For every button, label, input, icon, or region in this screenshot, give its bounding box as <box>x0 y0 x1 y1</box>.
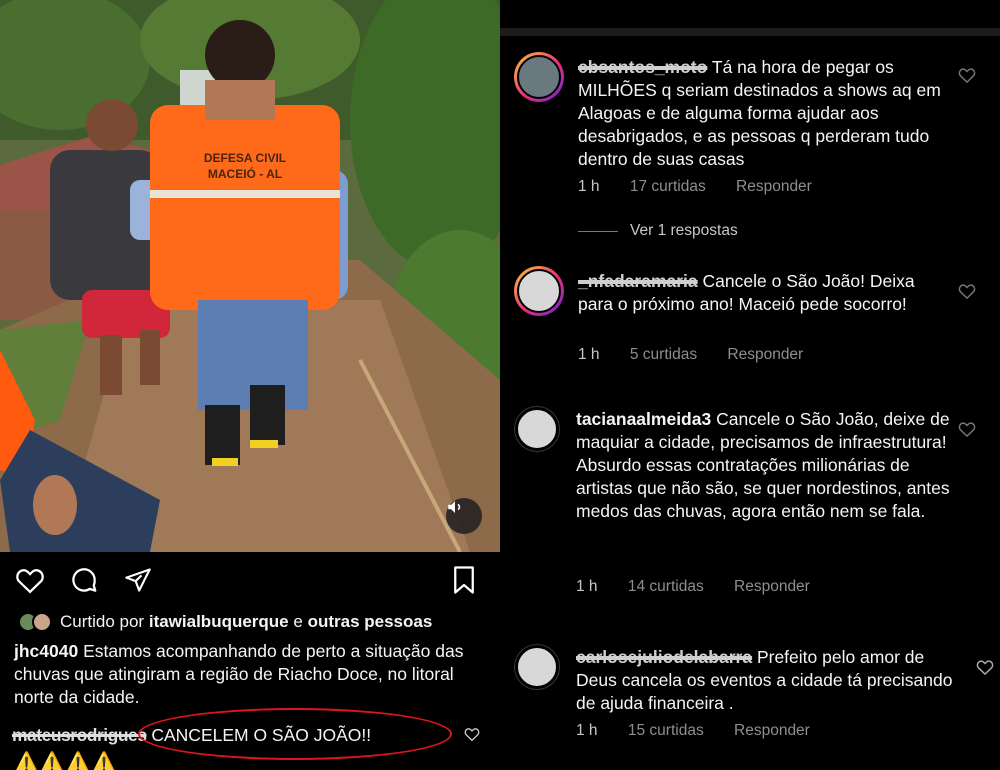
comment-body: cbsantos_moto Tá na hora de pegar os MIL… <box>578 56 948 171</box>
highlight-circle <box>138 708 452 760</box>
avatar-image <box>516 646 558 688</box>
liked-by-prefix: Curtido por <box>60 612 145 631</box>
comment-username[interactable]: _nfadaramaria <box>578 271 698 291</box>
video-frame-illustration: DEFESA CIVIL MACEIÓ - AL <box>0 0 500 552</box>
post-action-bar <box>0 558 500 602</box>
liked-by-user[interactable]: itawialbuquerque <box>149 612 289 632</box>
avatar[interactable] <box>514 266 564 316</box>
comment-username[interactable]: cbsantos_moto <box>578 57 707 77</box>
heart-icon[interactable] <box>976 658 994 676</box>
view-replies-label: Ver 1 respostas <box>630 222 738 239</box>
comment-username[interactable]: carlosejuliodelabarra <box>576 647 752 667</box>
post-panel: DEFESA CIVIL MACEIÓ - AL Curtido por ita… <box>0 0 500 770</box>
mute-button[interactable] <box>446 498 482 534</box>
reply-button[interactable]: Responder <box>736 178 812 196</box>
liked-by-others[interactable]: outras pessoas <box>308 612 433 632</box>
top-divider <box>500 28 1000 36</box>
comment-meta: 1 h 5 curtidas Responder <box>578 346 829 364</box>
comment-time: 1 h <box>578 346 600 363</box>
first-comment-username[interactable]: mateusrodrigues <box>12 725 147 746</box>
share-button[interactable] <box>122 564 154 596</box>
save-button[interactable] <box>448 564 480 596</box>
comment-likes[interactable]: 15 curtidas <box>628 722 704 740</box>
heart-icon <box>16 569 44 594</box>
post-video[interactable]: DEFESA CIVIL MACEIÓ - AL <box>0 0 500 552</box>
view-replies-button[interactable]: Ver 1 respostas <box>578 222 738 240</box>
comment-button[interactable] <box>68 564 100 596</box>
avatar-image <box>517 55 561 99</box>
avatar-image <box>517 269 561 313</box>
heart-icon[interactable] <box>464 726 480 742</box>
avatar[interactable] <box>514 644 560 690</box>
comment-username[interactable]: tacianaalmeida3 <box>576 409 711 429</box>
avatar[interactable] <box>514 406 560 452</box>
comment-icon <box>72 568 97 592</box>
comment-time: 1 h <box>576 578 598 595</box>
like-button[interactable] <box>14 564 46 596</box>
liked-by-row: Curtido por itawialbuquerque e outras pe… <box>18 611 432 633</box>
comment-time: 1 h <box>576 722 598 739</box>
comment-body: _nfadaramaria Cancele o São João! Deixa … <box>578 270 948 316</box>
comment-likes[interactable]: 5 curtidas <box>630 346 697 364</box>
caption-username[interactable]: jhc4040 <box>14 641 78 661</box>
warning-emojis: ⚠️⚠️⚠️⚠️ <box>14 752 118 770</box>
avatar-image <box>516 408 558 450</box>
comment-time: 1 h <box>578 178 600 195</box>
comment-body: tacianaalmeida3 Cancele o São João, deix… <box>576 408 956 523</box>
comment-meta: 1 h 14 curtidas Responder <box>576 578 836 596</box>
heart-icon[interactable] <box>958 66 976 84</box>
comment-meta: 1 h 17 curtidas Responder <box>578 178 838 196</box>
comments-panel: cbsantos_moto Tá na hora de pegar os MIL… <box>500 0 1000 770</box>
liked-by-conj: e <box>293 612 303 631</box>
comment-meta: 1 h 15 curtidas Responder <box>576 722 836 740</box>
divider <box>578 230 618 232</box>
vest-text-line1: DEFESA CIVIL <box>204 151 286 165</box>
heart-icon[interactable] <box>958 282 976 300</box>
liker-avatar <box>32 612 52 632</box>
reply-button[interactable]: Responder <box>734 578 810 596</box>
vest-text-line2: MACEIÓ - AL <box>208 166 282 181</box>
reply-button[interactable]: Responder <box>734 722 810 740</box>
mute-icon <box>448 501 461 513</box>
reply-button[interactable]: Responder <box>727 346 803 364</box>
comment-body: carlosejuliodelabarra Prefeito pelo amor… <box>576 646 966 715</box>
post-caption: jhc4040 Estamos acompanhando de perto a … <box>14 640 490 709</box>
comment-likes[interactable]: 17 curtidas <box>630 178 706 196</box>
caption-text: Estamos acompanhando de perto a situação… <box>14 641 464 707</box>
bookmark-icon <box>454 566 474 594</box>
avatar[interactable] <box>514 52 564 102</box>
heart-icon[interactable] <box>958 420 976 438</box>
comment-likes[interactable]: 14 curtidas <box>628 578 704 596</box>
share-icon <box>125 568 151 592</box>
